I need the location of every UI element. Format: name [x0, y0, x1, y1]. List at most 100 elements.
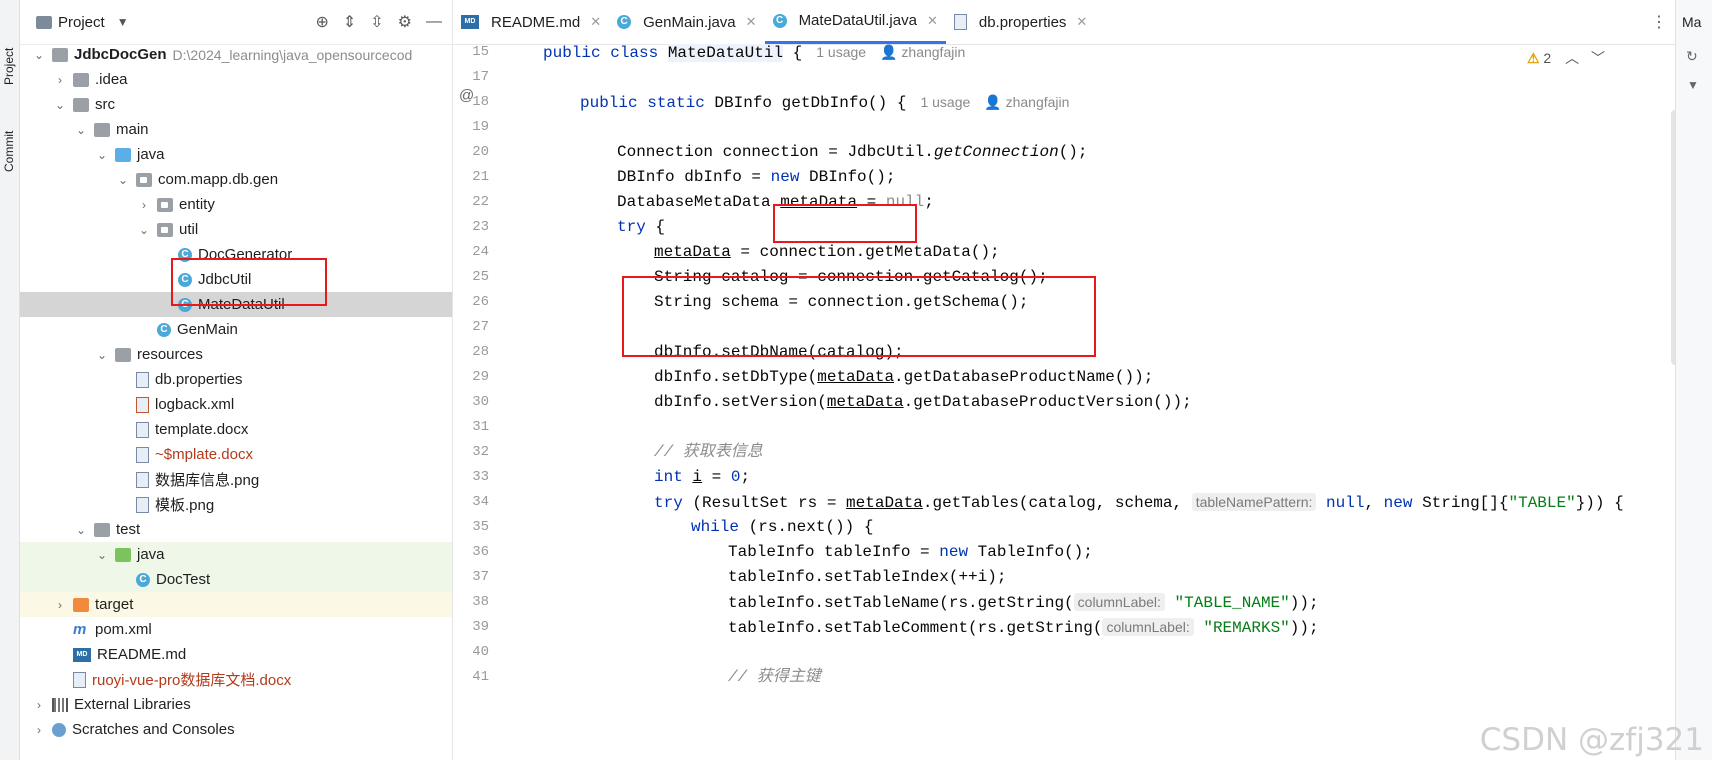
tree-item-label: Scratches and Consoles [72, 721, 235, 738]
tree-item[interactable]: C JdbcUtil [20, 267, 452, 292]
code-line-25: String catalog = connection.getCatalog()… [654, 268, 1048, 286]
editor-tab[interactable]: db.properties ✕ [946, 0, 1095, 44]
tree-item[interactable]: MD README.md [20, 642, 452, 667]
tree-item[interactable]: › entity [20, 192, 452, 217]
tree-item[interactable]: ⌄ main [20, 117, 452, 142]
null-literal: null [1316, 494, 1365, 512]
editor-tab[interactable]: MD README.md ✕ [453, 0, 609, 44]
tree-item[interactable]: m pom.xml [20, 617, 452, 642]
java-class-icon: C [157, 322, 171, 337]
chevron-down-icon[interactable]: ⌄ [53, 98, 67, 112]
usage-hint[interactable]: 1 usage [816, 44, 866, 60]
tree-item[interactable]: db.properties [20, 367, 452, 392]
tree-item[interactable]: ⌄ src [20, 92, 452, 117]
tree-item[interactable]: C DocGenerator [20, 242, 452, 267]
tree-item[interactable]: ⌄ JdbcDocGen D:\2024_learning\java_opensou… [20, 42, 452, 67]
minimize-icon[interactable]: — [426, 13, 442, 31]
line-number: 31 [472, 419, 489, 435]
expand-all-icon[interactable]: ⇕ [343, 12, 356, 32]
tree-item[interactable]: ⌄ resources [20, 342, 452, 367]
chevron-down-icon[interactable]: ▼ [117, 15, 129, 29]
code-line-35: while (rs.next()) { [691, 515, 873, 540]
tree-item[interactable]: ~$mplate.docx [20, 442, 452, 467]
right-panel-label[interactable]: Ma [1682, 14, 1701, 30]
code-text: })) { [1575, 494, 1624, 512]
tree-item-label: util [179, 221, 199, 238]
chevron-down-icon[interactable]: ⌄ [95, 348, 109, 362]
usage-hint[interactable]: 1 usage [920, 94, 970, 110]
variable: i [692, 468, 703, 486]
tree-item[interactable]: ⌄ util [20, 217, 452, 242]
inspection-widget[interactable]: ⚠ 2 ︿ ﹀ [1527, 48, 1605, 68]
code-text: TableInfo tableInfo = [728, 543, 940, 561]
chevron-down-icon[interactable]: ⌄ [32, 48, 46, 62]
code-line-34: try (ResultSet rs = metaData.getTables(c… [654, 490, 1624, 515]
tree-item-label: 模板.png [155, 497, 215, 514]
close-icon[interactable]: ✕ [590, 14, 601, 30]
chevron-right-icon[interactable]: › [53, 73, 67, 87]
locate-icon[interactable]: ⊕ [315, 12, 328, 32]
next-highlight-icon[interactable]: ﹀ [1591, 50, 1605, 66]
chevron-down-icon[interactable]: ⌄ [137, 223, 151, 237]
tree-item[interactable]: ⌄ com.mapp.db.gen [20, 167, 452, 192]
xml-file-icon [136, 396, 149, 413]
project-panel-header: Project ▼ ⊕ ⇕ ⇳ ⚙ — [20, 0, 452, 45]
tree-item[interactable]: › Scratches and Consoles [20, 717, 452, 742]
chevron-right-icon[interactable]: › [32, 698, 46, 712]
tree-item[interactable]: C GenMain [20, 317, 452, 342]
close-icon[interactable]: ✕ [1076, 14, 1087, 30]
tree-item-label: resources [137, 346, 203, 363]
scratch-icon [52, 722, 66, 737]
override-marker-icon[interactable]: @ [459, 87, 474, 104]
editor-tab[interactable]: C GenMain.java ✕ [609, 0, 764, 44]
chevron-right-icon[interactable]: › [53, 598, 67, 612]
tree-item[interactable]: 模板.png [20, 492, 452, 517]
author-hint: 👤 zhangfajin [984, 94, 1070, 110]
editor-tab[interactable]: C MateDataUtil.java ✕ [764, 0, 946, 44]
line-number: 38 [472, 594, 489, 610]
number-literal: 0 [730, 468, 741, 486]
tree-item[interactable]: › .idea [20, 67, 452, 92]
tree-item[interactable]: C DocTest [20, 567, 452, 592]
tree-item[interactable]: C MateDataUtil [20, 292, 452, 317]
commit-tool-tab[interactable]: Commit [1, 112, 17, 172]
chevron-down-icon[interactable]: ⌄ [74, 123, 88, 137]
tree-item[interactable]: ⌄ java [20, 142, 452, 167]
parameter-hint: columnLabel: [1073, 593, 1165, 611]
tree-item-label: logback.xml [155, 396, 235, 413]
package-icon [157, 197, 173, 212]
project-panel-title[interactable]: Project [58, 14, 105, 31]
tree-item-label: src [95, 96, 115, 113]
gear-icon[interactable]: ⚙ [398, 12, 412, 32]
tree-item[interactable]: ruoyi-vue-pro数据库文档.docx [20, 667, 452, 692]
tree-item[interactable]: ⌄ java [20, 542, 452, 567]
chevron-down-icon[interactable]: ⌄ [95, 148, 109, 162]
right-tool-strip: Ma ↻ ▼ [1675, 0, 1712, 760]
tree-item[interactable]: template.docx [20, 417, 452, 442]
chevron-right-icon[interactable]: › [137, 198, 151, 212]
tree-item[interactable]: ⌄ test [20, 517, 452, 542]
tree-item[interactable]: logback.xml [20, 392, 452, 417]
tree-item[interactable]: 数据库信息.png [20, 467, 452, 492]
tree-item[interactable]: › External Libraries [20, 692, 452, 717]
more-icon[interactable]: ⋮ [1651, 12, 1667, 32]
folder-icon [52, 47, 68, 62]
collapse-all-icon[interactable]: ⇳ [370, 12, 383, 32]
tree-item[interactable]: › target [20, 592, 452, 617]
project-tool-tab[interactable]: Project [1, 10, 17, 85]
code-line-22: DatabaseMetaData metaData = null; [617, 190, 934, 215]
refresh-icon[interactable]: ↻ [1686, 48, 1698, 65]
code-text: tableInfo.setTableComment(rs.getString( [728, 619, 1103, 637]
chevron-right-icon[interactable]: › [32, 723, 46, 737]
close-icon[interactable]: ✕ [927, 13, 938, 29]
line-number: 19 [472, 119, 489, 135]
editor-tab-label: db.properties [978, 13, 1067, 31]
line-number: 41 [472, 669, 489, 685]
chevron-down-icon[interactable]: ▼ [1687, 78, 1699, 92]
code-text: { [783, 44, 803, 62]
previous-highlight-icon[interactable]: ︿ [1565, 50, 1579, 66]
chevron-down-icon[interactable]: ⌄ [116, 173, 130, 187]
chevron-down-icon[interactable]: ⌄ [95, 548, 109, 562]
chevron-down-icon[interactable]: ⌄ [74, 523, 88, 537]
close-icon[interactable]: ✕ [746, 14, 757, 30]
